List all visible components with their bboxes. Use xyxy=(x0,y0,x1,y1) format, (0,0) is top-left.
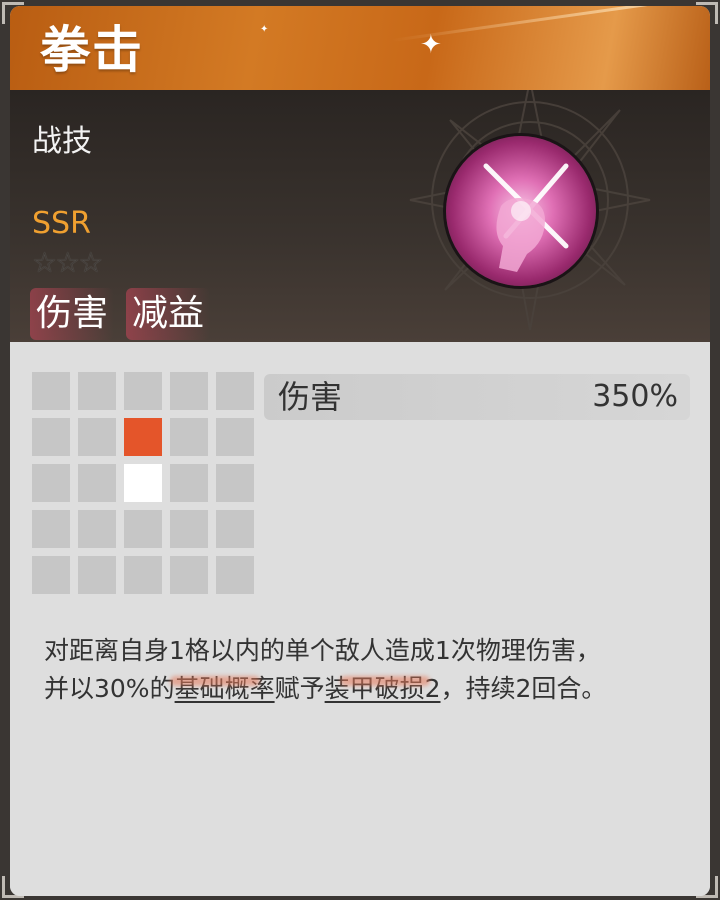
skill-tags: 伤害 减益 xyxy=(30,288,211,340)
range-cell xyxy=(124,556,162,594)
range-cell xyxy=(78,418,116,456)
star-empty-icon: ☆ xyxy=(32,246,57,279)
description-text: 并以30%的 xyxy=(44,674,175,703)
description-text: ，持续2回合。 xyxy=(440,674,607,703)
stat-value: 350% xyxy=(592,379,678,414)
range-cell xyxy=(32,556,70,594)
highlight-smear xyxy=(170,676,260,686)
skill-type: 战技 xyxy=(32,124,92,159)
range-cell xyxy=(78,510,116,548)
title-bar: ✦ ✦ 拳击 xyxy=(10,6,710,90)
damage-stat-bar: 伤害 350% xyxy=(264,374,690,420)
range-cell xyxy=(170,372,208,410)
range-cell xyxy=(32,464,70,502)
range-cell xyxy=(216,372,254,410)
star-empty-icon: ☆ xyxy=(78,246,103,279)
skill-card: ✦ ✦ 拳击 战技 SSR ☆☆☆ 伤害 减益 伤害 350% 对距离自身1格以… xyxy=(10,6,710,896)
skill-name: 拳击 xyxy=(40,21,144,79)
description-line: 对距离自身1格以内的单个敌人造成1次物理伤害， xyxy=(44,636,601,665)
description-text: 赋予 xyxy=(274,674,325,703)
range-cell xyxy=(32,510,70,548)
range-cell xyxy=(124,372,162,410)
range-cell-target xyxy=(124,418,162,456)
range-cell xyxy=(78,464,116,502)
range-cell xyxy=(216,556,254,594)
skill-description: 对距离自身1格以内的单个敌人造成1次物理伤害， 并以30%的基础概率赋予装甲破损… xyxy=(44,632,694,708)
range-cell xyxy=(32,372,70,410)
range-cell xyxy=(78,556,116,594)
range-cell xyxy=(170,418,208,456)
tag-damage: 伤害 xyxy=(30,288,115,340)
highlight-smear xyxy=(340,676,430,686)
skill-details: 伤害 350% 对距离自身1格以内的单个敌人造成1次物理伤害， 并以30%的基础… xyxy=(10,342,710,896)
tag-debuff: 减益 xyxy=(126,288,211,340)
range-cell xyxy=(170,556,208,594)
rarity-label: SSR xyxy=(32,206,91,241)
skill-header: 战技 SSR ☆☆☆ 伤害 减益 xyxy=(10,90,710,342)
range-cell xyxy=(170,510,208,548)
star-empty-icon: ☆ xyxy=(55,246,80,279)
range-cell xyxy=(216,464,254,502)
range-cell xyxy=(78,372,116,410)
sparkle-icon: ✦ xyxy=(260,24,269,35)
fist-skill-icon xyxy=(446,136,596,286)
range-cell xyxy=(124,510,162,548)
range-cell xyxy=(216,418,254,456)
sparkle-icon: ✦ xyxy=(420,30,442,60)
range-cell xyxy=(216,510,254,548)
range-cell-self xyxy=(124,464,162,502)
stat-label: 伤害 xyxy=(278,378,343,416)
range-cell xyxy=(170,464,208,502)
star-rating: ☆☆☆ xyxy=(32,246,103,279)
range-cell xyxy=(32,418,70,456)
